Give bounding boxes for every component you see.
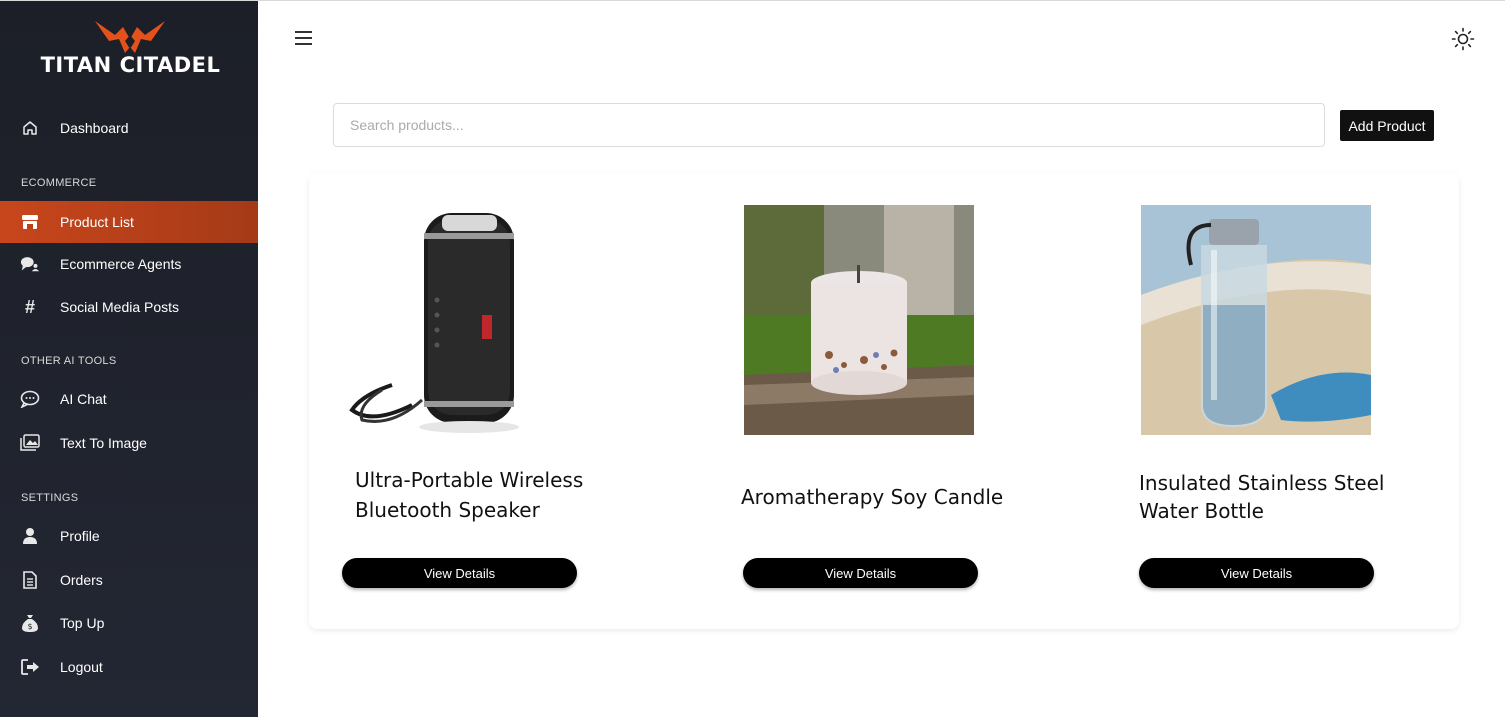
app-root: TITAN CITADEL Dashboard ECOMMERCE Produc…: [0, 0, 1505, 717]
sidebar-item-label: Top Up: [60, 615, 105, 631]
sidebar: TITAN CITADEL Dashboard ECOMMERCE Produc…: [0, 1, 258, 717]
section-ecommerce: ECOMMERCE: [21, 177, 97, 189]
svg-text:$: $: [27, 622, 32, 631]
sidebar-item-dashboard[interactable]: Dashboard: [0, 108, 258, 148]
images-icon: [20, 433, 40, 453]
sidebar-item-orders[interactable]: Orders: [0, 560, 258, 600]
view-details-button[interactable]: View Details: [743, 558, 978, 588]
product-title: Insulated Stainless Steel Water Bottle: [1139, 471, 1385, 523]
search-input[interactable]: [333, 103, 1325, 147]
hashtag-icon: #: [24, 296, 35, 317]
sidebar-item-label: Product List: [60, 214, 134, 230]
document-icon: [20, 570, 40, 590]
sidebar-item-top-up[interactable]: $ Top Up: [0, 603, 258, 643]
sidebar-item-label: Orders: [60, 572, 103, 588]
money-bag-icon: $: [20, 613, 40, 633]
product-title: Ultra-Portable Wireless Bluetooth Speake…: [355, 468, 584, 522]
sidebar-item-logout[interactable]: Logout: [0, 647, 258, 687]
sidebar-item-label: Logout: [60, 659, 103, 675]
sidebar-item-label: Ecommerce Agents: [60, 256, 182, 272]
user-icon: [20, 526, 40, 546]
sidebar-item-label: Dashboard: [60, 120, 129, 136]
product-grid: Ultra-Portable Wireless Bluetooth Speake…: [309, 173, 1459, 629]
brand-name: TITAN CITADEL: [40, 53, 221, 77]
sidebar-item-text-to-image[interactable]: Text To Image: [0, 423, 258, 463]
section-other-ai-tools: OTHER AI TOOLS: [21, 355, 117, 367]
sidebar-item-label: Social Media Posts: [60, 299, 180, 315]
water-bottle-image[interactable]: [1141, 205, 1371, 435]
sidebar-item-label: Profile: [60, 528, 100, 544]
section-settings: SETTINGS: [21, 492, 79, 504]
store-icon: [20, 212, 40, 232]
soy-candle-image[interactable]: [744, 205, 974, 435]
sidebar-item-label: Text To Image: [60, 435, 147, 451]
sun-icon[interactable]: [1451, 27, 1475, 51]
main-content: Add Product: [258, 1, 1505, 717]
sidebar-item-product-list[interactable]: Product List: [0, 201, 258, 243]
bluetooth-speaker-image[interactable]: [342, 205, 572, 435]
chat-users-icon: [20, 254, 40, 274]
sidebar-item-social-media-posts[interactable]: # Social Media Posts: [0, 287, 258, 327]
add-product-button[interactable]: Add Product: [1340, 110, 1434, 141]
chat-bubble-icon: [20, 389, 40, 409]
brand-logo[interactable]: TITAN CITADEL: [33, 19, 228, 81]
sidebar-item-ai-chat[interactable]: AI Chat: [0, 379, 258, 419]
hamburger-menu-icon[interactable]: [295, 28, 315, 48]
sidebar-item-ecommerce-agents[interactable]: Ecommerce Agents: [0, 244, 258, 284]
view-details-button[interactable]: View Details: [1139, 558, 1374, 588]
view-details-button[interactable]: View Details: [342, 558, 577, 588]
logout-icon: [20, 657, 40, 677]
sidebar-item-profile[interactable]: Profile: [0, 516, 258, 556]
product-title: Aromatherapy Soy Candle: [741, 485, 1004, 509]
sidebar-item-label: AI Chat: [60, 391, 107, 407]
home-icon: [20, 118, 40, 138]
